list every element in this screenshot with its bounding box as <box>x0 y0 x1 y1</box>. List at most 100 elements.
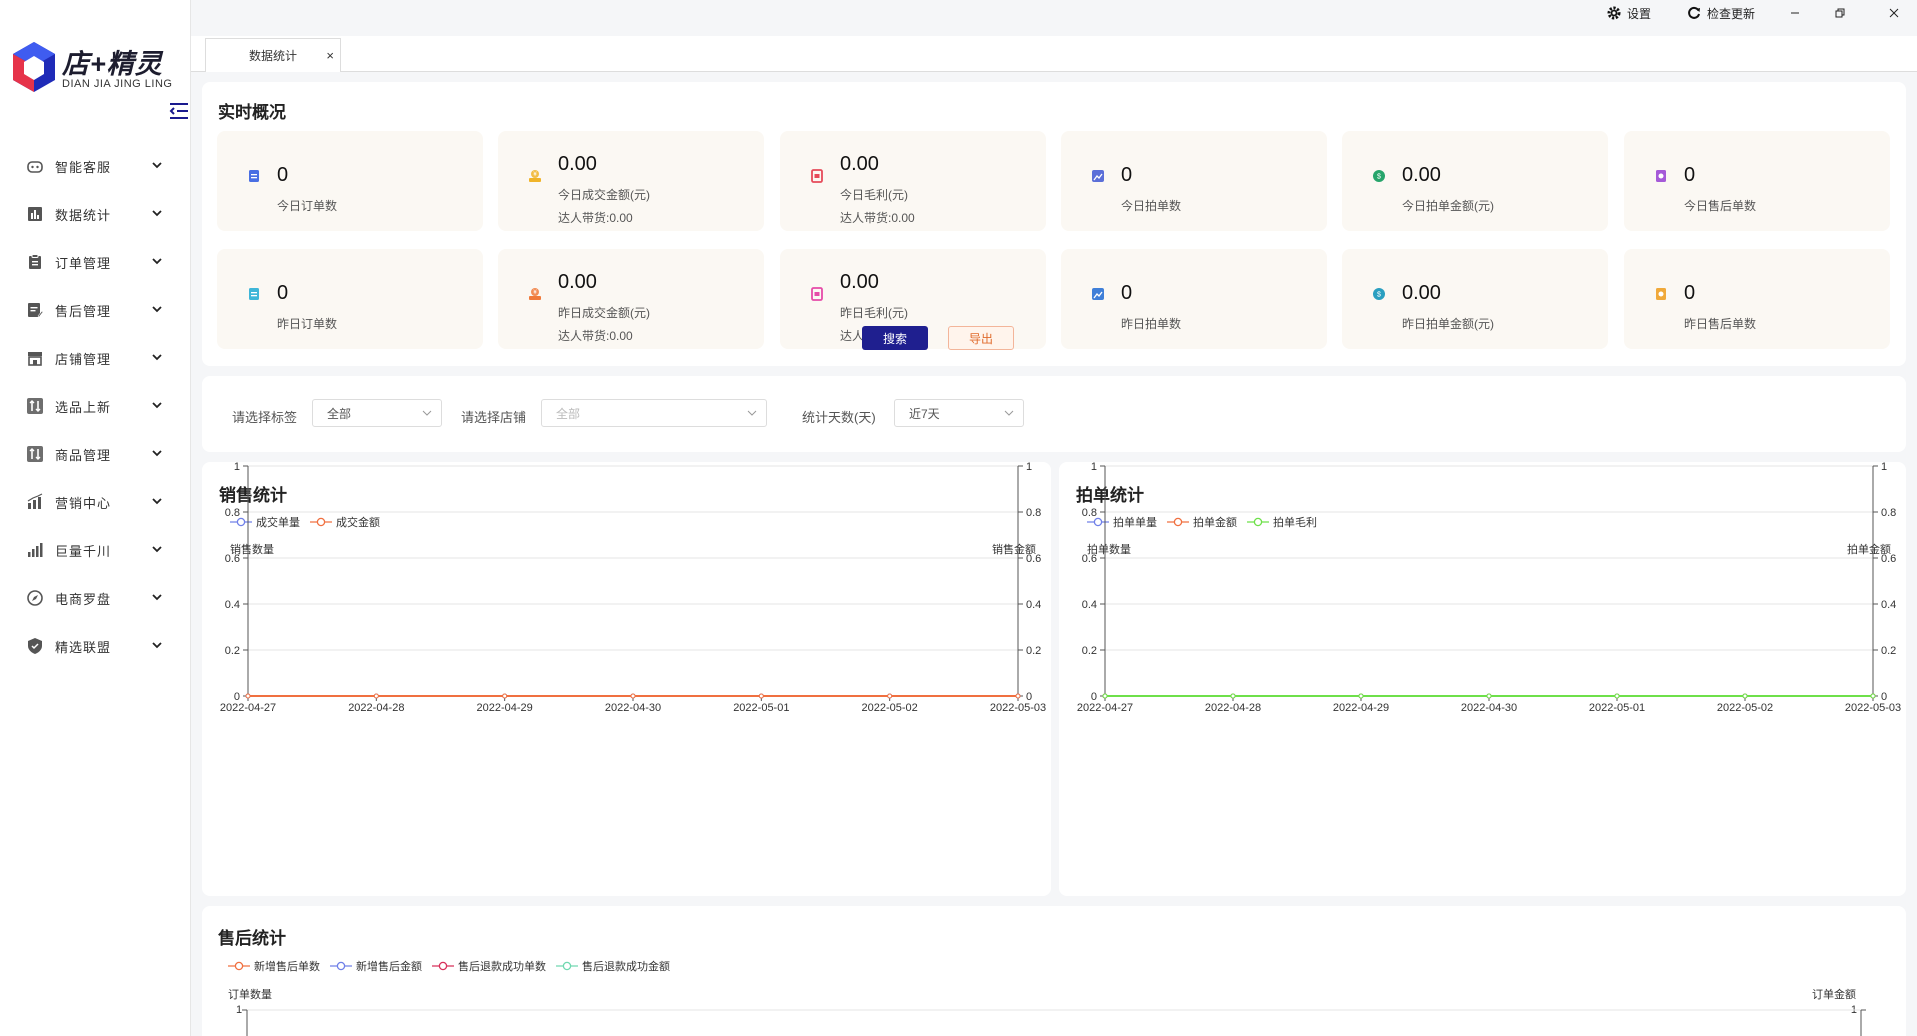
shop-select[interactable]: 全部 <box>541 399 767 427</box>
sidebar-item-label: 巨量千川 <box>55 543 112 559</box>
photo-icon <box>1091 287 1105 301</box>
shop-filter-label: 请选择店铺 <box>461 410 527 425</box>
x-tick-label: 2022-04-30 <box>1461 702 1517 714</box>
stat-value: 0 <box>1684 282 1696 304</box>
data-point <box>887 693 893 699</box>
data-point <box>1486 693 1492 699</box>
profit-icon <box>810 287 824 301</box>
restore-button[interactable] <box>1834 3 1852 23</box>
data-point <box>1102 693 1108 699</box>
tag-select-value: 全部 <box>327 406 352 421</box>
sidebar-item-label: 电商罗盘 <box>55 591 112 607</box>
stat-label: 今日售后单数 <box>1684 199 1757 213</box>
sidebar-item-7[interactable]: 商品管理 <box>0 430 191 478</box>
x-tick-label: 2022-05-02 <box>1717 702 1773 714</box>
sidebar-item-9[interactable]: 巨量千川 <box>0 526 191 574</box>
legend-item[interactable]: 拍单毛利 <box>1247 514 1317 530</box>
legend-item[interactable]: 拍单金额 <box>1167 514 1237 530</box>
legend-marker-icon <box>230 517 252 527</box>
sidebar-item-4[interactable]: 售后管理 <box>0 286 191 334</box>
aftersale-axes <box>242 1009 1866 1036</box>
settings-button[interactable]: 设置 <box>1607 3 1651 23</box>
legend-item[interactable]: 成交金额 <box>310 514 380 530</box>
x-tick-label: 2022-05-03 <box>990 702 1046 714</box>
overview-card: 实时概况 0 今日订单数 ¥0.00 今日成交金额(元) 达人带货:0.00 0.00 今日… <box>202 82 1906 366</box>
x-tick-label: 2022-05-01 <box>733 702 789 714</box>
sidebar-item-8[interactable]: 营销中心 <box>0 478 191 526</box>
chevron-down-icon <box>422 410 432 416</box>
data-point <box>373 693 379 699</box>
profit-icon <box>810 169 824 183</box>
stat-value: 0 <box>277 164 289 186</box>
data-point <box>1614 693 1620 699</box>
stat-label: 昨日订单数 <box>277 317 338 331</box>
sidebar-item-6[interactable]: 选品上新 <box>0 382 191 430</box>
order-ylabel-right: 拍单金额 <box>1847 544 1891 556</box>
data-point <box>1358 693 1364 699</box>
overview-title: 实时概况 <box>218 103 286 122</box>
stat-label: 今日拍单数 <box>1121 199 1182 213</box>
sidebar-item-3[interactable]: 订单管理 <box>0 238 191 286</box>
sidebar-item-label: 订单管理 <box>55 255 112 271</box>
chevron-down-icon <box>152 306 162 313</box>
legend-label: 成交金额 <box>336 517 380 529</box>
aftersale-chart-card: 售后统计 新增售后单数 新增售后金额 售后退款成功单数 售后退款成功金额 订单数量 订… <box>202 906 1906 1036</box>
tab-data-stats[interactable]: 数据统计 × <box>205 38 341 72</box>
data-point <box>630 693 636 699</box>
stat-extra: 达人带货:0.00 <box>558 211 633 225</box>
search-button[interactable]: 搜索 <box>862 326 928 350</box>
sidebar-item-label: 营销中心 <box>55 495 112 511</box>
check-update-button[interactable]: 检查更新 <box>1687 3 1755 23</box>
sidebar-item-11[interactable]: 精选联盟 <box>0 622 191 670</box>
title-bar: 设置 检查更新 <box>191 0 1917 36</box>
days-select[interactable]: 近7天 <box>894 399 1024 427</box>
export-button[interactable]: 导出 <box>948 326 1014 350</box>
refresh-icon <box>1688 6 1700 19</box>
close-window-button[interactable] <box>1888 3 1906 23</box>
logo-icon <box>13 42 55 92</box>
legend-item[interactable]: 成交单量 <box>230 514 300 530</box>
svg-text:$: $ <box>1377 292 1381 299</box>
x-tick-label: 2022-04-27 <box>1077 702 1133 714</box>
data-point <box>502 693 508 699</box>
legend-marker-icon <box>1167 517 1189 527</box>
sidebar-item-label: 选品上新 <box>55 399 112 415</box>
sidebar-item-1[interactable]: 智能客服 <box>0 142 191 190</box>
sidebar-item-label: 精选联盟 <box>55 639 112 655</box>
data-point <box>1486 693 1492 699</box>
sort-icon <box>26 445 44 463</box>
chevron-down-icon <box>152 210 162 217</box>
bar-chart-icon <box>26 205 44 223</box>
legend-label: 拍单单量 <box>1113 517 1157 529</box>
sales-ylabel-left: 销售数量 <box>230 544 274 556</box>
collapse-menu-icon[interactable] <box>168 100 190 122</box>
shield-icon <box>26 637 44 655</box>
stat-card: 0.00 今日毛利(元) 达人带货:0.00 <box>780 131 1046 231</box>
sales-chart-card: 销售统计 成交单量 成交金额 销售数量 销售金额 0 0 0.2 0.2 0.4 0.4 0.… <box>202 462 1051 896</box>
y-tick-label: 1 <box>1091 462 1097 473</box>
tab-close-icon[interactable]: × <box>326 48 334 63</box>
tag-select[interactable]: 全部 <box>312 399 442 427</box>
app-window: 店+精灵 DIAN JIA JING LING 智能客服 数据统计 订单管理 售后管理… <box>0 0 1917 1036</box>
chevron-down-icon <box>152 162 162 169</box>
data-point <box>245 693 251 699</box>
sales-ylabel-right: 销售金额 <box>992 544 1036 556</box>
update-label: 检查更新 <box>1707 6 1756 21</box>
sidebar-item-2[interactable]: 数据统计 <box>0 190 191 238</box>
gear-icon <box>1607 6 1621 20</box>
x-tick-label: 2022-04-29 <box>477 702 533 714</box>
data-point <box>373 693 379 699</box>
tag-filter-label: 请选择标签 <box>232 410 298 425</box>
legend-marker-icon <box>310 517 332 527</box>
legend-item[interactable]: 拍单单量 <box>1087 514 1157 530</box>
minimize-button[interactable] <box>1789 3 1807 23</box>
data-point <box>1230 693 1236 699</box>
sales-chart-legend: 成交单量 成交金额 <box>230 514 390 530</box>
y-tick-label: 0.2 <box>1082 645 1097 657</box>
sidebar-item-10[interactable]: 电商罗盘 <box>0 574 191 622</box>
stat-value: 0.00 <box>840 153 879 175</box>
data-point <box>887 693 893 699</box>
sidebar-item-5[interactable]: 店铺管理 <box>0 334 191 382</box>
stat-extra: 达人带货:0.00 <box>558 329 633 343</box>
shop-select-value: 全部 <box>556 406 581 421</box>
